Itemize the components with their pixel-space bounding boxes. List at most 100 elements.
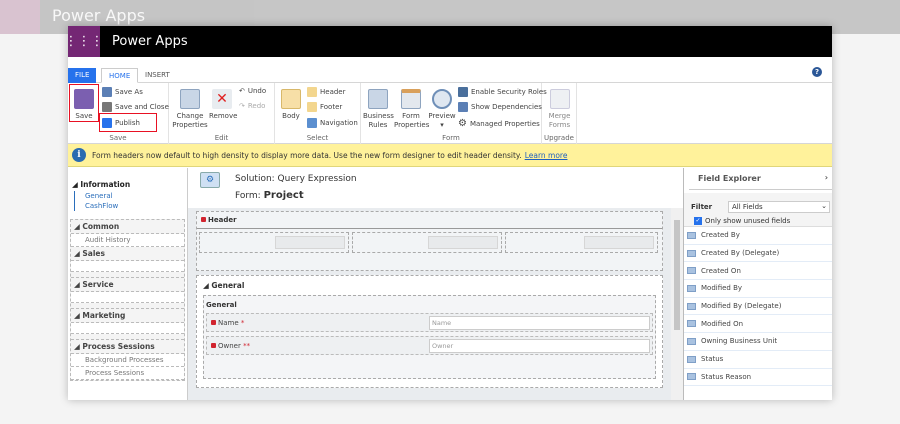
- field-list-item[interactable]: Modified By (Delegate): [684, 298, 832, 316]
- dependencies-icon: [458, 102, 468, 112]
- field-list: Created By Created By (Delegate) Created O…: [684, 227, 832, 387]
- save-as-button[interactable]: Save As: [102, 87, 143, 97]
- owner-field[interactable]: Owner: [429, 339, 650, 353]
- ribbon-group-edit: Change Properties ✕ Remove ↶ Undo ↷ Redo Ed…: [169, 83, 275, 144]
- checkbox-checked-icon: ✓: [694, 217, 702, 225]
- merge-forms-button[interactable]: Merge Forms: [544, 89, 575, 130]
- ribbon-tabs: FILE HOME INSERT ?: [68, 57, 832, 83]
- ribbon-group-upgrade: Merge Forms Upgrade: [542, 83, 577, 144]
- managed-properties-button[interactable]: ⚙ Managed Properties: [458, 118, 540, 129]
- business-rules-button[interactable]: Business Rules: [363, 89, 394, 130]
- field-icon: [687, 320, 696, 328]
- save-and-close-button[interactable]: Save and Close: [102, 102, 169, 112]
- merge-forms-icon: [549, 89, 570, 109]
- field-list-item[interactable]: Created On: [684, 262, 832, 281]
- form-navigation: ◢ Information General CashFlow ◢ Common …: [68, 168, 188, 400]
- navigation-icon: [307, 118, 317, 128]
- field-filter: Filter All Fields ⌄ ✓ Only show unused fie…: [684, 193, 832, 227]
- properties-icon: [180, 89, 200, 109]
- field-icon: [687, 355, 696, 363]
- field-list-item[interactable]: Created By: [684, 227, 832, 245]
- chevron-down-icon: ⌄: [821, 202, 827, 210]
- lock-icon: [211, 320, 216, 325]
- tab-file[interactable]: FILE: [68, 68, 97, 83]
- only-unused-checkbox[interactable]: ✓ Only show unused fields: [694, 217, 790, 225]
- header-button[interactable]: Header: [307, 87, 346, 97]
- canvas-scrollbar[interactable]: [671, 208, 683, 400]
- help-icon[interactable]: ?: [812, 67, 822, 77]
- undo-icon: ↶: [239, 87, 245, 95]
- save-close-icon: [102, 102, 112, 112]
- field-list-item[interactable]: Modified By: [684, 280, 832, 298]
- app-launcher-icon[interactable]: ⋮⋮⋮: [68, 26, 104, 57]
- ribbon-group-select: Body Header Footer Navigation Select: [275, 83, 361, 144]
- field-row-owner[interactable]: Owner ** Owner: [206, 336, 653, 355]
- form-tab-general[interactable]: ◢ General General Name * Name Owner ** O…: [196, 275, 663, 388]
- field-label: Status: [701, 355, 724, 364]
- remove-button[interactable]: ✕ Remove: [209, 89, 237, 121]
- enable-security-roles-button[interactable]: Enable Security Roles: [458, 87, 547, 97]
- form-header-section[interactable]: Header: [196, 211, 663, 271]
- form-editor-window: ⋮⋮⋮ Power Apps FILE HOME INSERT ? Save S…: [68, 26, 832, 400]
- footer-icon: [307, 102, 317, 112]
- field-label: Modified By (Delegate): [701, 302, 782, 311]
- app-header: ⋮⋮⋮ Power Apps: [68, 26, 832, 57]
- group-label-edit: Edit: [214, 134, 229, 142]
- nav-link-general[interactable]: General: [74, 191, 187, 201]
- nav-item-process-sessions[interactable]: Process Sessions: [71, 367, 184, 380]
- gear-icon: ⚙: [458, 118, 467, 129]
- nav-item-background-processes[interactable]: Background Processes: [71, 354, 184, 367]
- form-icon: ⚙: [200, 172, 220, 188]
- undo-button[interactable]: ↶ Undo: [239, 87, 266, 95]
- collapse-chevron-icon[interactable]: ›: [825, 173, 828, 182]
- show-dependencies-button[interactable]: Show Dependencies: [458, 102, 542, 112]
- field-list-item[interactable]: Created By (Delegate): [684, 245, 832, 263]
- group-label-save: Save: [109, 134, 127, 142]
- form-section-general[interactable]: General Name * Name Owner ** Owner: [203, 295, 656, 379]
- field-label: Modified By: [701, 284, 743, 293]
- field-list-item[interactable]: Owning Business Unit: [684, 333, 832, 351]
- field-row-name[interactable]: Name * Name: [206, 313, 653, 332]
- footer-button[interactable]: Footer: [307, 102, 342, 112]
- field-icon: [687, 267, 696, 275]
- business-rules-icon: [368, 89, 388, 109]
- field-explorer: Field Explorer › Filter All Fields ⌄ ✓ Only…: [683, 168, 832, 400]
- form-canvas: Header ◢ General General Name * Name Own…: [188, 208, 671, 400]
- background-app-title: Power Apps: [52, 6, 146, 25]
- field-icon: [687, 302, 696, 310]
- tab-home[interactable]: HOME: [101, 68, 139, 83]
- field-list-item[interactable]: Modified On: [684, 315, 832, 334]
- learn-more-link[interactable]: Learn more: [525, 151, 568, 160]
- filter-select[interactable]: All Fields ⌄: [728, 201, 830, 213]
- navigation-button[interactable]: Navigation: [307, 118, 358, 128]
- field-label: Created By (Delegate): [701, 249, 780, 258]
- nav-information[interactable]: ◢ Information: [68, 178, 187, 191]
- remove-icon: ✕: [212, 89, 232, 109]
- body-button[interactable]: Body: [279, 89, 303, 121]
- field-icon: [687, 284, 696, 292]
- security-roles-icon: [458, 87, 468, 97]
- form-title-area: ⚙ Solution: Query Expression Form: Proje…: [188, 168, 683, 206]
- nav-section-common[interactable]: ◢ Common Audit History ◢ Sales ◢ Service…: [70, 219, 185, 381]
- field-label: Created On: [701, 266, 741, 275]
- field-label: Modified On: [701, 319, 744, 328]
- tab-insert[interactable]: INSERT: [138, 68, 177, 83]
- field-list-item[interactable]: Status Reason: [684, 369, 832, 387]
- form-properties-icon: [401, 89, 421, 109]
- field-icon: [687, 337, 696, 345]
- name-field[interactable]: Name: [429, 316, 650, 330]
- field-icon: [687, 373, 696, 381]
- change-properties-button[interactable]: Change Properties: [171, 89, 209, 130]
- redo-button[interactable]: ↷ Redo: [239, 102, 265, 110]
- redo-icon: ↷: [239, 102, 245, 110]
- header-icon: [307, 87, 317, 97]
- lock-icon: [211, 343, 216, 348]
- preview-button[interactable]: Preview ▾: [428, 89, 456, 130]
- ribbon: Save Save As Save and Close Publish Save…: [68, 83, 832, 144]
- nav-item-audit-history[interactable]: Audit History: [71, 234, 184, 247]
- field-label: Created By: [701, 231, 740, 240]
- highlight-save: [69, 84, 99, 122]
- nav-link-cashflow[interactable]: CashFlow: [74, 201, 187, 211]
- field-list-item[interactable]: Status: [684, 351, 832, 369]
- form-properties-button[interactable]: Form Properties: [394, 89, 429, 130]
